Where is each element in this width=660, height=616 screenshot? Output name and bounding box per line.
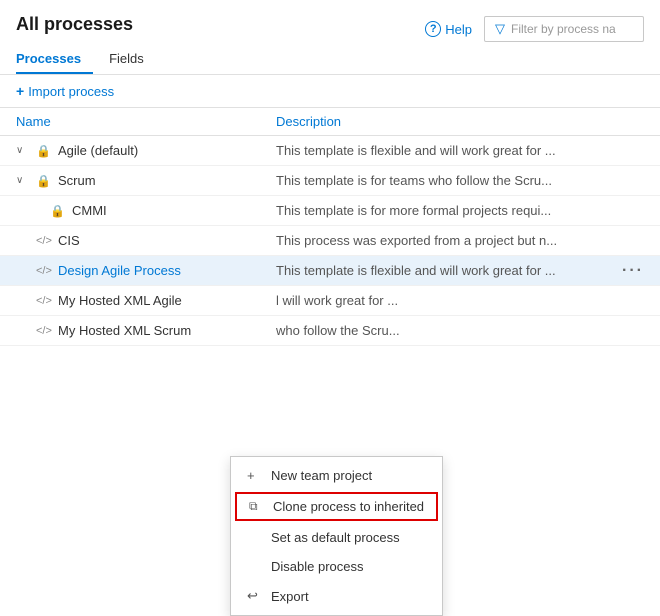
row-name-col: </> My Hosted XML Scrum	[16, 323, 276, 338]
table-row[interactable]: ∨ 🔒 Agile (default) This template is fle…	[0, 136, 660, 166]
menu-item-label: Export	[271, 589, 309, 604]
help-label: Help	[445, 22, 472, 37]
filter-input-label: Filter by process na	[511, 22, 616, 36]
process-description: who follow the Scru...	[276, 323, 644, 338]
menu-item-label: New team project	[271, 468, 372, 483]
code-icon: </>	[36, 325, 52, 337]
row-name-col: ∨ 🔒 Agile (default)	[16, 143, 276, 158]
process-description: This template is for teams who follow th…	[276, 173, 644, 188]
row-name-col: </> Design Agile Process	[16, 263, 276, 278]
code-icon: </>	[36, 295, 52, 307]
process-description: This template is flexible and will work …	[276, 263, 644, 278]
col-header-desc: Description	[276, 114, 644, 129]
menu-item-label: Set as default process	[271, 530, 400, 545]
process-name: My Hosted XML Agile	[58, 293, 182, 308]
filter-icon: ▽	[495, 21, 505, 37]
expand-icon: ∨	[16, 145, 30, 156]
code-icon: </>	[36, 235, 52, 247]
plus-menu-icon: +	[247, 468, 263, 483]
process-description: This process was exported from a project…	[276, 233, 644, 248]
tab-fields[interactable]: Fields	[109, 45, 156, 74]
table-row[interactable]: </> My Hosted XML Scrum who follow the S…	[0, 316, 660, 346]
menu-item-label: Clone process to inherited	[273, 499, 424, 514]
row-name-col: </> CIS	[16, 233, 276, 248]
import-label: Import process	[28, 84, 114, 99]
process-name: Scrum	[58, 173, 96, 188]
page-title: All processes	[16, 14, 133, 35]
clone-icon: ⧉	[249, 499, 265, 514]
lock-icon: 🔒	[36, 174, 52, 188]
col-header-name: Name	[16, 114, 276, 129]
toolbar: + Import process	[0, 75, 660, 108]
menu-item-disable-process[interactable]: Disable process	[231, 552, 442, 581]
more-options-button[interactable]: ···	[622, 263, 644, 279]
process-list: ∨ 🔒 Agile (default) This template is fle…	[0, 136, 660, 346]
row-name-col: </> My Hosted XML Agile	[16, 293, 276, 308]
process-description: l will work great for ...	[276, 293, 644, 308]
table-header: Name Description	[0, 108, 660, 136]
expand-icon: ∨	[16, 175, 30, 186]
context-menu: + New team project ⧉ Clone process to in…	[230, 456, 443, 616]
process-name: My Hosted XML Scrum	[58, 323, 191, 338]
table-row[interactable]: ∨ 🔒 Scrum This template is for teams who…	[0, 166, 660, 196]
process-name: CIS	[58, 233, 80, 248]
page-header: All processes ? Help ▽ Filter by process…	[0, 0, 660, 43]
code-icon: </>	[36, 265, 52, 277]
table-row[interactable]: </> Design Agile Process This template i…	[0, 256, 660, 286]
menu-item-clone-process[interactable]: ⧉ Clone process to inherited	[235, 492, 438, 521]
process-name-link[interactable]: Design Agile Process	[58, 263, 181, 278]
process-description: This template is flexible and will work …	[276, 143, 644, 158]
table-row[interactable]: </> My Hosted XML Agile l will work grea…	[0, 286, 660, 316]
table-row[interactable]: </> CIS This process was exported from a…	[0, 226, 660, 256]
row-name-col: ∨ 🔒 Scrum	[16, 173, 276, 188]
row-name-col: 🔒 CMMI	[16, 203, 276, 218]
lock-icon: 🔒	[36, 144, 52, 158]
help-icon: ?	[425, 21, 441, 37]
menu-item-set-default[interactable]: Set as default process	[231, 523, 442, 552]
plus-icon: +	[16, 83, 24, 99]
process-name: CMMI	[72, 203, 107, 218]
menu-item-new-team-project[interactable]: + New team project	[231, 461, 442, 490]
import-process-button[interactable]: + Import process	[16, 83, 114, 99]
menu-item-export[interactable]: ↩ Export	[231, 581, 442, 611]
filter-box[interactable]: ▽ Filter by process na	[484, 16, 644, 42]
tabs-bar: Processes Fields	[0, 45, 660, 75]
header-actions: ? Help ▽ Filter by process na	[425, 14, 644, 42]
process-name: Agile (default)	[58, 143, 138, 158]
process-description: This template is for more formal project…	[276, 203, 644, 218]
export-icon: ↩	[247, 588, 263, 604]
tab-processes[interactable]: Processes	[16, 45, 93, 74]
help-link[interactable]: ? Help	[425, 21, 472, 37]
table-row[interactable]: 🔒 CMMI This template is for more formal …	[0, 196, 660, 226]
lock-icon: 🔒	[50, 204, 66, 218]
menu-item-label: Disable process	[271, 559, 364, 574]
